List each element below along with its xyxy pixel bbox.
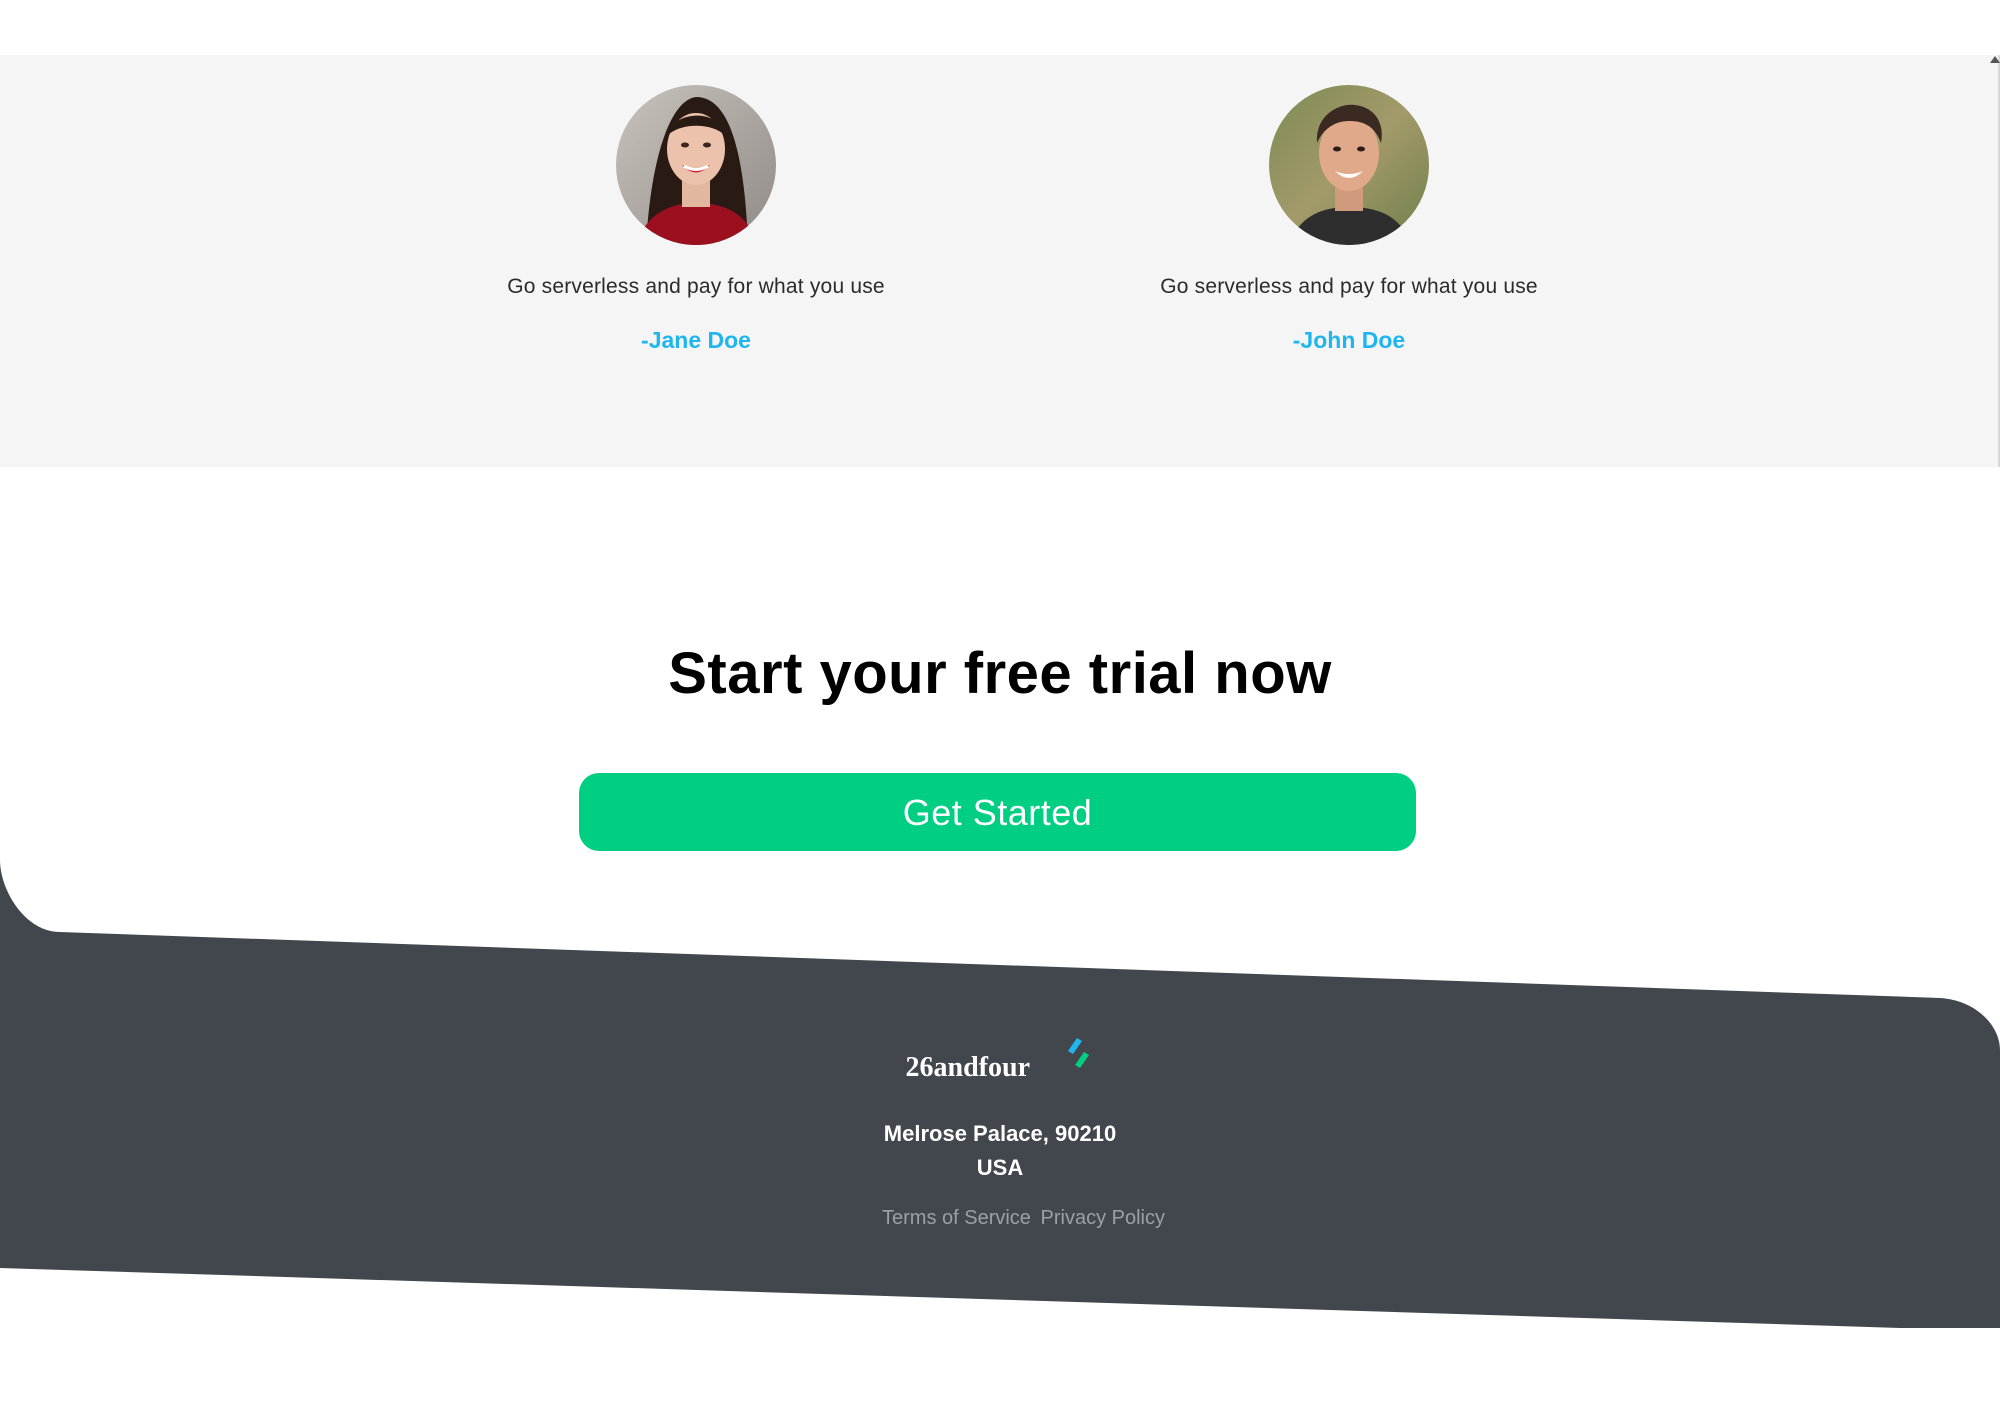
woman-portrait-icon: [616, 85, 776, 245]
testimonial-card: Go serverless and pay for what you use -…: [1069, 85, 1629, 354]
testimonials-section: [0, 55, 2000, 467]
terms-of-service-link[interactable]: Terms of Service: [882, 1207, 1031, 1229]
page: Go serverless and pay for what you use -…: [0, 0, 2000, 1414]
footer-address: Melrose Palace, 90210 USA: [0, 1117, 2000, 1185]
testimonial-author: -Jane Doe: [641, 327, 751, 353]
privacy-policy-link[interactable]: Privacy Policy: [1041, 1207, 1165, 1229]
testimonial-quote: Go serverless and pay for what you use: [1160, 275, 1538, 298]
testimonial-card: Go serverless and pay for what you use -…: [416, 85, 976, 354]
footer-brand[interactable]: 26andfour: [0, 1032, 2000, 1083]
scroll-up-arrow-icon[interactable]: [1990, 56, 2000, 63]
brand-name: 26andfour: [905, 1052, 1030, 1083]
testimonial-author: -John Doe: [1292, 327, 1406, 353]
man-portrait-icon: [1269, 85, 1429, 245]
get-started-button[interactable]: Get Started: [579, 773, 1416, 851]
footer-links: Terms of Service Privacy Policy: [882, 1207, 1169, 1230]
double-slash-logo-icon: [1068, 1038, 1090, 1068]
testimonial-quote: Go serverless and pay for what you use: [507, 275, 885, 298]
avatar: [1269, 85, 1429, 245]
avatar: [616, 85, 776, 245]
footer-background: [0, 860, 2000, 1328]
cta-title: Start your free trial now: [668, 641, 1332, 706]
address-line-2: USA: [976, 1155, 1024, 1180]
address-line-1: Melrose Palace, 90210: [883, 1121, 1117, 1146]
